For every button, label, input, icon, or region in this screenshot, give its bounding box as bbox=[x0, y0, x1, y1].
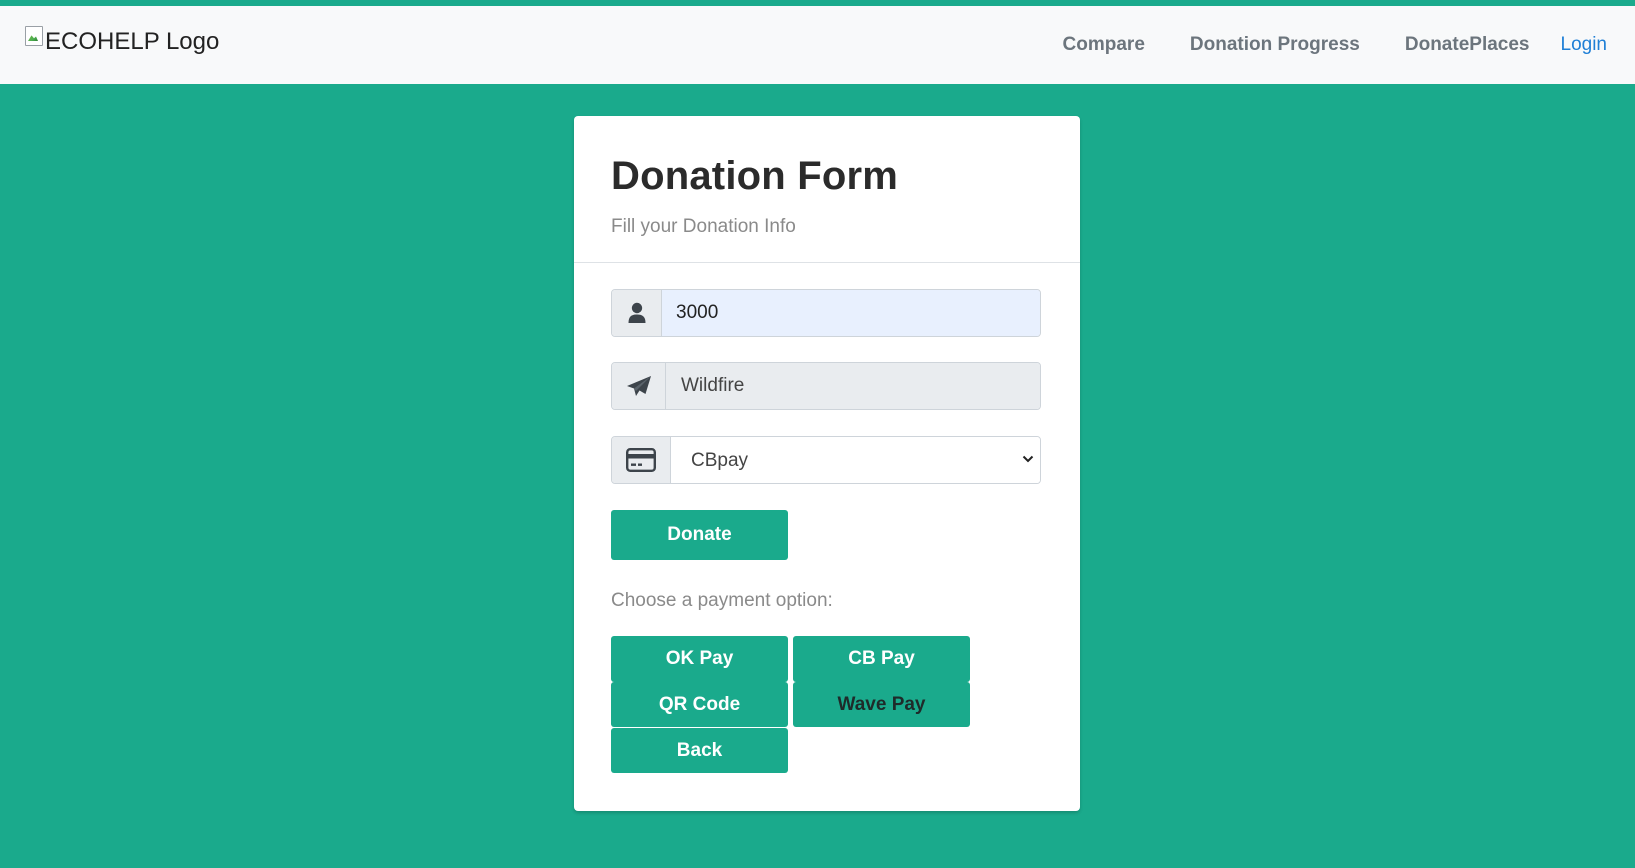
payment-select-value: CBpay bbox=[691, 450, 749, 471]
cb-pay-button[interactable]: CB Pay bbox=[793, 636, 970, 682]
amount-input-group bbox=[611, 289, 1041, 337]
brand-logo[interactable]: ECOHELP Logo bbox=[25, 26, 220, 56]
qr-code-button[interactable]: QR Code bbox=[611, 682, 788, 727]
page-title: Donation Form bbox=[611, 154, 899, 198]
back-button[interactable]: Back bbox=[611, 728, 788, 773]
nav-link-donate-places[interactable]: DonatePlaces bbox=[1405, 34, 1530, 56]
logo-alt-text: ECOHELP Logo bbox=[45, 28, 220, 55]
wave-pay-button[interactable]: Wave Pay bbox=[793, 682, 970, 727]
cause-input[interactable] bbox=[666, 363, 1040, 409]
payment-option-label: Choose a payment option: bbox=[611, 590, 833, 611]
card-header: Donation Form Fill your Donation Info bbox=[574, 116, 1080, 263]
chevron-down-icon bbox=[1022, 455, 1034, 463]
ok-pay-button[interactable]: OK Pay bbox=[611, 636, 788, 682]
page-subtitle: Fill your Donation Info bbox=[611, 216, 796, 237]
nav-links: Compare Donation Progress DonatePlaces L… bbox=[1018, 6, 1607, 84]
payment-select-group: CBpay bbox=[611, 436, 1041, 484]
donate-button[interactable]: Donate bbox=[611, 510, 788, 560]
navbar: ECOHELP Logo Compare Donation Progress D… bbox=[0, 6, 1635, 84]
nav-link-login[interactable]: Login bbox=[1561, 34, 1608, 56]
nav-link-compare[interactable]: Compare bbox=[1063, 34, 1145, 56]
broken-image-icon bbox=[25, 26, 43, 46]
payment-method-select[interactable]: CBpay bbox=[671, 437, 1040, 483]
paper-plane-icon bbox=[612, 363, 666, 409]
donation-form-card: Donation Form Fill your Donation Info 30… bbox=[574, 116, 1080, 811]
nav-link-donation-progress[interactable]: Donation Progress bbox=[1190, 34, 1360, 56]
credit-card-icon bbox=[612, 437, 671, 483]
user-icon bbox=[612, 290, 662, 336]
cause-input-group bbox=[611, 362, 1041, 410]
amount-input[interactable] bbox=[662, 290, 1040, 336]
